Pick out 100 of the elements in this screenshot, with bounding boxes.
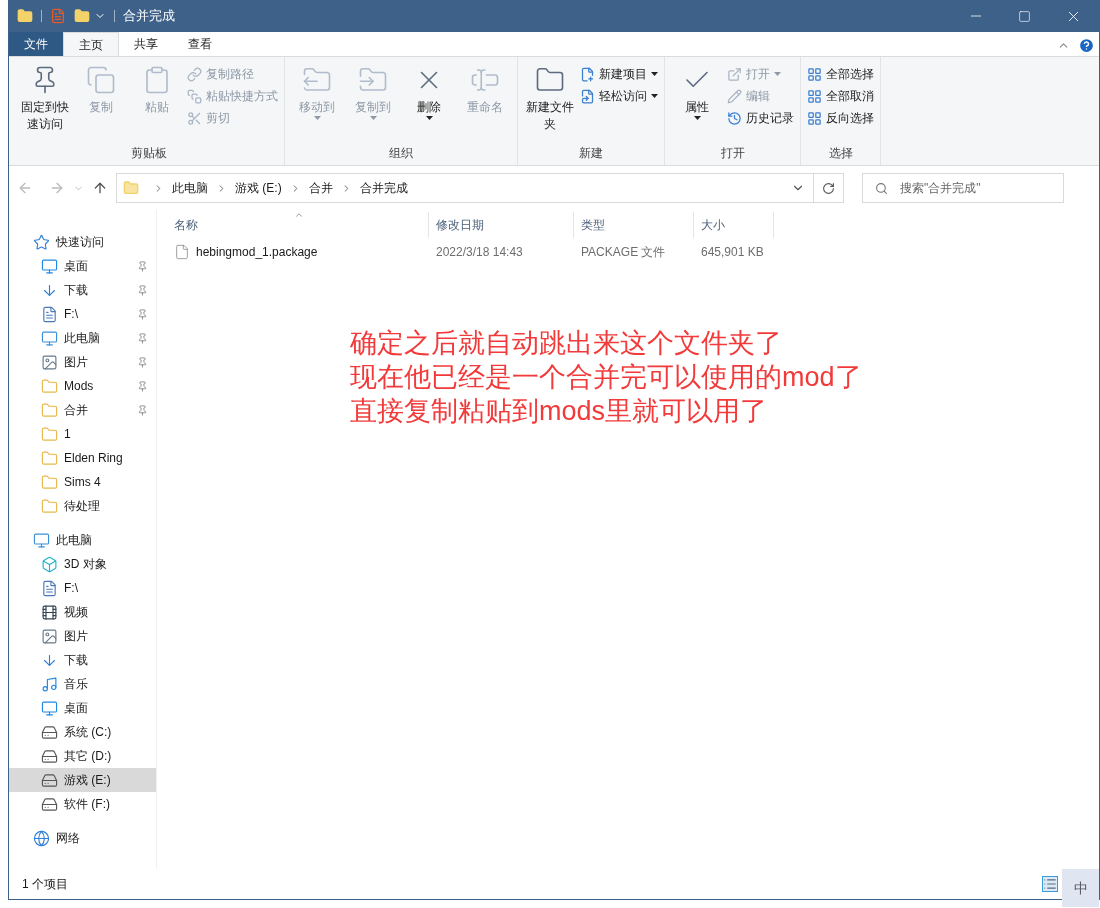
address-bar[interactable]: 此电脑 游戏 (E:) 合并 合并完成	[116, 173, 844, 203]
caret-icon	[425, 116, 433, 120]
caret-icon	[313, 116, 321, 120]
ribbon-button[interactable]: 新建项目	[580, 63, 658, 85]
nav-item[interactable]: 图片	[9, 624, 156, 648]
item-count: 1 个项目	[22, 876, 68, 892]
ribbon-icon	[580, 66, 595, 82]
nav-item[interactable]: Sims 4	[9, 470, 156, 494]
window-title: 合并完成	[123, 7, 176, 25]
file-name: hebingmod_1.package	[196, 244, 318, 260]
nav-icon	[41, 329, 58, 347]
refresh-icon[interactable]	[822, 181, 835, 195]
group-label: 剪贴板	[129, 145, 168, 162]
nav-icon	[41, 449, 58, 467]
nav-item[interactable]: 系统 (C:)	[9, 720, 156, 744]
nav-item[interactable]: 下载	[9, 648, 156, 672]
nav-item[interactable]: 网络	[9, 826, 156, 850]
pin-icon	[137, 356, 148, 368]
help-icon[interactable]	[1078, 37, 1095, 54]
nav-item[interactable]: 视频	[9, 600, 156, 624]
caret-icon	[651, 72, 658, 76]
nav-item[interactable]: 其它 (D:)	[9, 744, 156, 768]
nav-item[interactable]: 桌面	[9, 254, 156, 278]
ribbon-icon	[187, 66, 202, 82]
nav-icon	[41, 771, 58, 789]
breadcrumb[interactable]: 合并	[308, 180, 333, 196]
ribbon-button[interactable]: 历史记录	[727, 107, 794, 129]
ribbon-icon	[187, 110, 202, 126]
folder-icon	[123, 180, 139, 196]
search-field[interactable]: 搜索"合并完成"	[862, 173, 1064, 203]
breadcrumb[interactable]: 此电脑	[172, 180, 208, 196]
nav-icon	[41, 377, 58, 395]
nav-item[interactable]: Elden Ring	[9, 446, 156, 470]
nav-icon	[41, 675, 58, 693]
ime-indicator[interactable]: 中	[1062, 869, 1099, 907]
ribbon-button[interactable]: 全部选择	[807, 63, 874, 85]
annotation-text: 确定之后就自动跳出来这个文件夹了	[350, 327, 783, 360]
properties-icon	[50, 8, 66, 24]
ribbon-button[interactable]: 新建文件夹	[524, 61, 576, 145]
nav-item[interactable]: Mods	[9, 374, 156, 398]
forward-icon[interactable]	[49, 180, 65, 196]
nav-icon	[41, 305, 58, 323]
details-view-icon[interactable]	[1042, 876, 1058, 892]
maximize-icon[interactable]	[1018, 9, 1031, 23]
column-header[interactable]: 名称	[167, 212, 429, 238]
up-icon[interactable]	[92, 180, 108, 196]
group-label: 新建	[578, 145, 604, 162]
caret-icon	[693, 116, 701, 120]
nav-item[interactable]: 此电脑	[9, 326, 156, 350]
nav-icon	[41, 497, 58, 515]
file-date: 2022/3/18 14:43	[435, 244, 524, 260]
folder-icon	[74, 8, 90, 24]
column-header[interactable]: 大小	[694, 212, 774, 238]
ribbon-icon	[807, 88, 822, 104]
annotation-text: 直接复制粘贴到mods里就可以用了	[350, 395, 769, 428]
file-row[interactable]: hebingmod_1.package 2022/3/18 14:43 PACKAGE 文件 645,901 KB	[167, 241, 1099, 263]
back-icon[interactable]	[17, 180, 33, 196]
nav-item[interactable]: 合并	[9, 398, 156, 422]
nav-item[interactable]: F:\	[9, 302, 156, 326]
group-label: 选择	[827, 145, 854, 162]
nav-icon	[41, 257, 58, 275]
ribbon-button[interactable]: 全部取消	[807, 85, 874, 107]
sort-icon	[294, 210, 304, 220]
nav-item[interactable]: 下载	[9, 278, 156, 302]
nav-item[interactable]: 1	[9, 422, 156, 446]
ribbon-tab[interactable]: 文件	[9, 32, 63, 56]
nav-item[interactable]: 桌面	[9, 696, 156, 720]
nav-item[interactable]: 音乐	[9, 672, 156, 696]
ribbon-tab[interactable]: 查看	[173, 32, 227, 56]
nav-icon	[41, 747, 58, 765]
group-label: 组织	[388, 145, 414, 162]
pin-icon	[137, 284, 148, 296]
nav-item[interactable]: 快速访问	[9, 230, 156, 254]
ribbon-button[interactable]: 属性	[671, 61, 723, 145]
ribbon-icon	[807, 110, 822, 126]
nav-item[interactable]: 软件 (F:)	[9, 792, 156, 816]
pin-icon	[137, 332, 148, 344]
nav-item[interactable]: 待处理	[9, 494, 156, 518]
nav-item[interactable]: F:\	[9, 576, 156, 600]
nav-icon	[41, 579, 58, 597]
ribbon-icon	[580, 88, 595, 104]
nav-icon	[41, 555, 58, 573]
ribbon-icon	[86, 65, 116, 95]
ribbon-button[interactable]: 反向选择	[807, 107, 874, 129]
nav-item[interactable]: 此电脑	[9, 528, 156, 552]
ribbon-button[interactable]: 轻松访问	[580, 85, 658, 107]
ribbon-button[interactable]: 固定到快速访问	[19, 61, 71, 145]
column-header[interactable]: 修改日期	[429, 212, 574, 238]
ribbon-tab[interactable]: 共享	[119, 32, 173, 56]
nav-item[interactable]: 3D 对象	[9, 552, 156, 576]
ribbon-tab[interactable]: 主页	[63, 32, 119, 56]
nav-item[interactable]: 图片	[9, 350, 156, 374]
column-header[interactable]: 类型	[574, 212, 694, 238]
nav-icon	[41, 723, 58, 741]
nav-icon	[33, 829, 50, 847]
ribbon-button[interactable]: 删除	[403, 61, 455, 145]
annotation-text: 现在他已经是一个合并完可以使用的mod了	[350, 361, 863, 394]
breadcrumb[interactable]: 游戏 (E:)	[235, 180, 282, 196]
nav-item[interactable]: 游戏 (E:)	[9, 768, 156, 792]
breadcrumb[interactable]: 合并完成	[359, 180, 408, 196]
